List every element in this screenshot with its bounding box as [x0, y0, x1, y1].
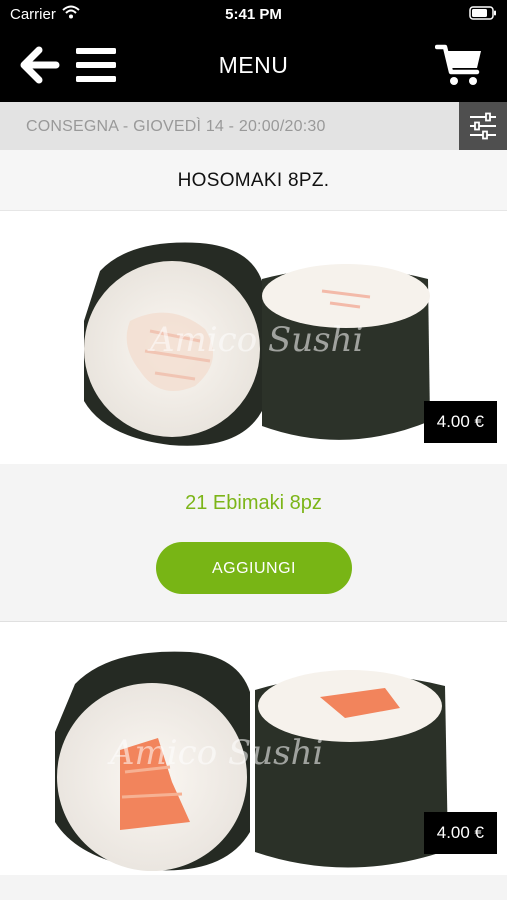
- product-image[interactable]: Amico Sushi 4.00 €: [0, 211, 507, 464]
- price-tag: 4.00 €: [423, 401, 497, 443]
- product-name[interactable]: 21 Ebimaki 8pz: [0, 492, 507, 515]
- battery-icon: [469, 6, 496, 20]
- category-header: HOSOMAKI 8PZ.: [0, 150, 507, 211]
- category-title: HOSOMAKI 8PZ.: [177, 170, 330, 191]
- status-time: 5:41 PM: [225, 6, 282, 23]
- sliders-icon: [470, 112, 496, 140]
- nav-bar: MENU: [0, 30, 507, 102]
- watermark-text: Amico Sushi: [147, 320, 363, 360]
- filter-button[interactable]: [459, 102, 507, 150]
- page-title: MENU: [218, 52, 289, 78]
- delivery-bar[interactable]: CONSEGNA - GIOVEDÌ 14 - 20:00/20:30: [0, 102, 507, 150]
- product-card: Amico Sushi 4.00 € 21 Ebimaki 8pz AGGIUN…: [0, 211, 507, 621]
- add-to-cart-button[interactable]: AGGIUNGI: [156, 542, 352, 594]
- watermark-text: Amico Sushi: [107, 733, 323, 773]
- delivery-info: CONSEGNA - GIOVEDÌ 14 - 20:00/20:30: [26, 118, 326, 135]
- price-tag: 4.00 €: [423, 812, 497, 854]
- status-bar: Carrier 5:41 PM: [0, 0, 507, 30]
- shopping-cart-icon[interactable]: [435, 42, 483, 88]
- product-image[interactable]: Amico Sushi 4.00 €: [0, 622, 507, 875]
- product-card: Amico Sushi 4.00 €: [0, 622, 507, 900]
